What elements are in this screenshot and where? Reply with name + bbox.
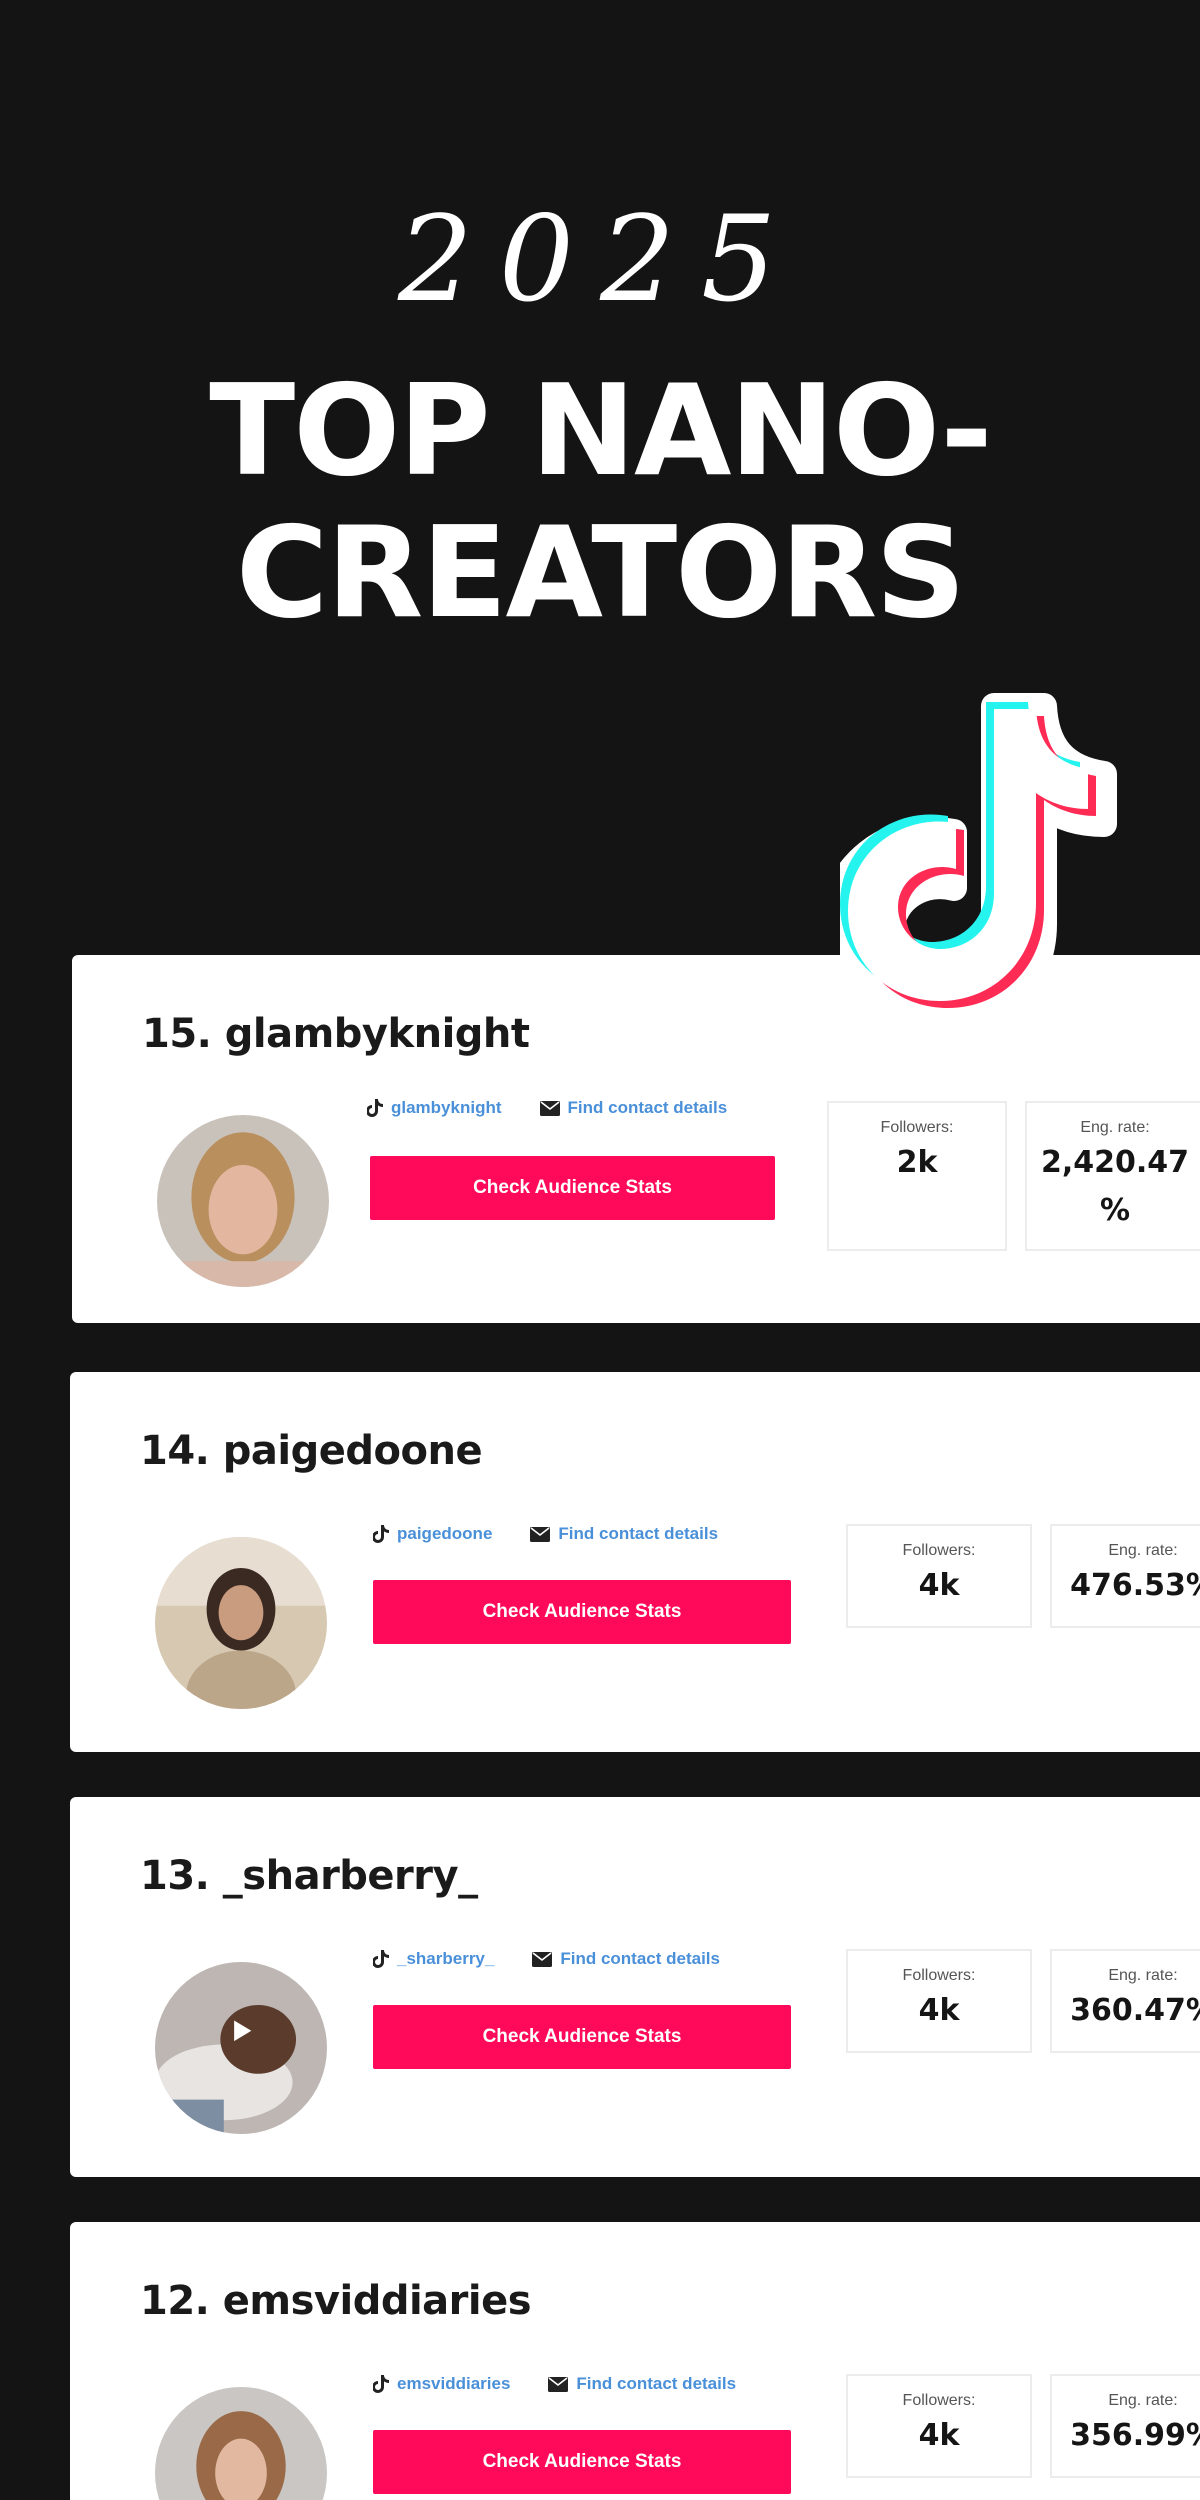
engagement-stat: Eng. rate: 360.47% (1050, 1949, 1200, 2053)
followers-value: 4k (918, 1568, 960, 1603)
engagement-value-line-1: 2,420.47 (1040, 1145, 1190, 1180)
title-line-2: CREATORS (235, 499, 966, 646)
tiktok-handle-link[interactable]: emsviddiaries (373, 2374, 510, 2394)
title-line-1: TOP NANO- (209, 357, 992, 504)
page-title: TOP NANO- CREATORS (0, 360, 1200, 644)
avatar (155, 1962, 327, 2134)
envelope-icon (548, 2376, 569, 2392)
followers-label: Followers: (880, 1119, 954, 1136)
followers-stat: Followers: 4k (846, 1949, 1032, 2053)
find-contact-text: Find contact details (558, 1524, 719, 1543)
engagement-value-line-2: % (1099, 1193, 1131, 1228)
engagement-label: Eng. rate: (1108, 1542, 1178, 1559)
creator-rank-title: 12. emsviddiaries (140, 2278, 532, 2324)
engagement-stat: Eng. rate: 476.53% (1050, 1524, 1200, 1628)
engagement-value: 476.53% (1070, 1568, 1200, 1603)
envelope-icon (539, 1100, 560, 1116)
creator-card: 14. paigedoone paigedoone Find contact d… (70, 1372, 1200, 1752)
tiktok-icon (367, 1099, 383, 1117)
followers-label: Followers: (902, 1542, 976, 1559)
followers-stat: Followers: 4k (846, 1524, 1032, 1628)
tiktok-handle-text: _sharberry_ (397, 1949, 495, 1968)
creator-rank-title: 14. paigedoone (140, 1428, 483, 1474)
engagement-value: 356.99% (1070, 2418, 1200, 2453)
year-heading: 2025 (397, 190, 803, 328)
creator-card: 13. _sharberry_ _sharberry_ Find contact… (70, 1797, 1200, 2177)
engagement-value: 360.47% (1070, 1993, 1200, 2028)
followers-stat: Followers: 2k (827, 1101, 1007, 1251)
find-contact-link[interactable]: Find contact details (539, 1098, 728, 1118)
tiktok-handle-link[interactable]: _sharberry_ (373, 1949, 494, 1969)
creator-rank-title: 13. _sharberry_ (140, 1853, 478, 1899)
tiktok-icon (373, 1950, 389, 1968)
find-contact-text: Find contact details (560, 1949, 720, 1968)
check-audience-stats-button[interactable]: Check Audience Stats (373, 2005, 791, 2069)
engagement-label: Eng. rate: (1108, 1967, 1178, 1984)
followers-value: 2k (896, 1145, 938, 1180)
engagement-stat: Eng. rate: 2,420.47 % (1025, 1101, 1200, 1251)
creator-card: 12. emsviddiaries emsviddiaries Find con… (70, 2222, 1200, 2500)
tiktok-handle-text: emsviddiaries (397, 2374, 511, 2393)
tiktok-handle-link[interactable]: glambyknight (367, 1098, 502, 1118)
tiktok-logo-icon (840, 693, 1117, 1040)
creator-links: emsviddiaries Find contact details (373, 2374, 774, 2394)
find-contact-link[interactable]: Find contact details (532, 1949, 720, 1969)
followers-label: Followers: (902, 2392, 976, 2409)
engagement-label: Eng. rate: (1080, 1119, 1150, 1136)
find-contact-link[interactable]: Find contact details (548, 2374, 736, 2394)
creator-links: paigedoone Find contact details (373, 1524, 756, 1544)
envelope-icon (530, 1526, 551, 1542)
check-audience-stats-button[interactable]: Check Audience Stats (373, 2430, 791, 2494)
followers-stat: Followers: 4k (846, 2374, 1032, 2478)
creator-links: _sharberry_ Find contact details (373, 1949, 758, 1969)
followers-value: 4k (918, 2418, 960, 2453)
tiktok-icon (373, 2375, 389, 2393)
engagement-label: Eng. rate: (1108, 2392, 1178, 2409)
creator-rank-title: 15. glambyknight (142, 1011, 530, 1057)
find-contact-text: Find contact details (567, 1098, 728, 1117)
find-contact-text: Find contact details (576, 2374, 737, 2393)
envelope-icon (532, 1951, 553, 1967)
tiktok-icon (373, 1525, 389, 1543)
engagement-stat: Eng. rate: 356.99% (1050, 2374, 1200, 2478)
tiktok-handle-text: glambyknight (391, 1098, 502, 1117)
followers-label: Followers: (902, 1967, 976, 1984)
check-audience-stats-button[interactable]: Check Audience Stats (370, 1156, 775, 1220)
find-contact-link[interactable]: Find contact details (530, 1524, 718, 1544)
engagement-value: 2,420.47 % (1027, 1139, 1200, 1235)
check-audience-stats-button[interactable]: Check Audience Stats (373, 1580, 791, 1644)
followers-value: 4k (918, 1993, 960, 2028)
avatar (157, 1115, 329, 1287)
avatar (155, 2387, 327, 2500)
avatar (155, 1537, 327, 1709)
tiktok-handle-text: paigedoone (397, 1524, 493, 1543)
tiktok-handle-link[interactable]: paigedoone (373, 1524, 492, 1544)
creator-links: glambyknight Find contact details (367, 1098, 765, 1118)
